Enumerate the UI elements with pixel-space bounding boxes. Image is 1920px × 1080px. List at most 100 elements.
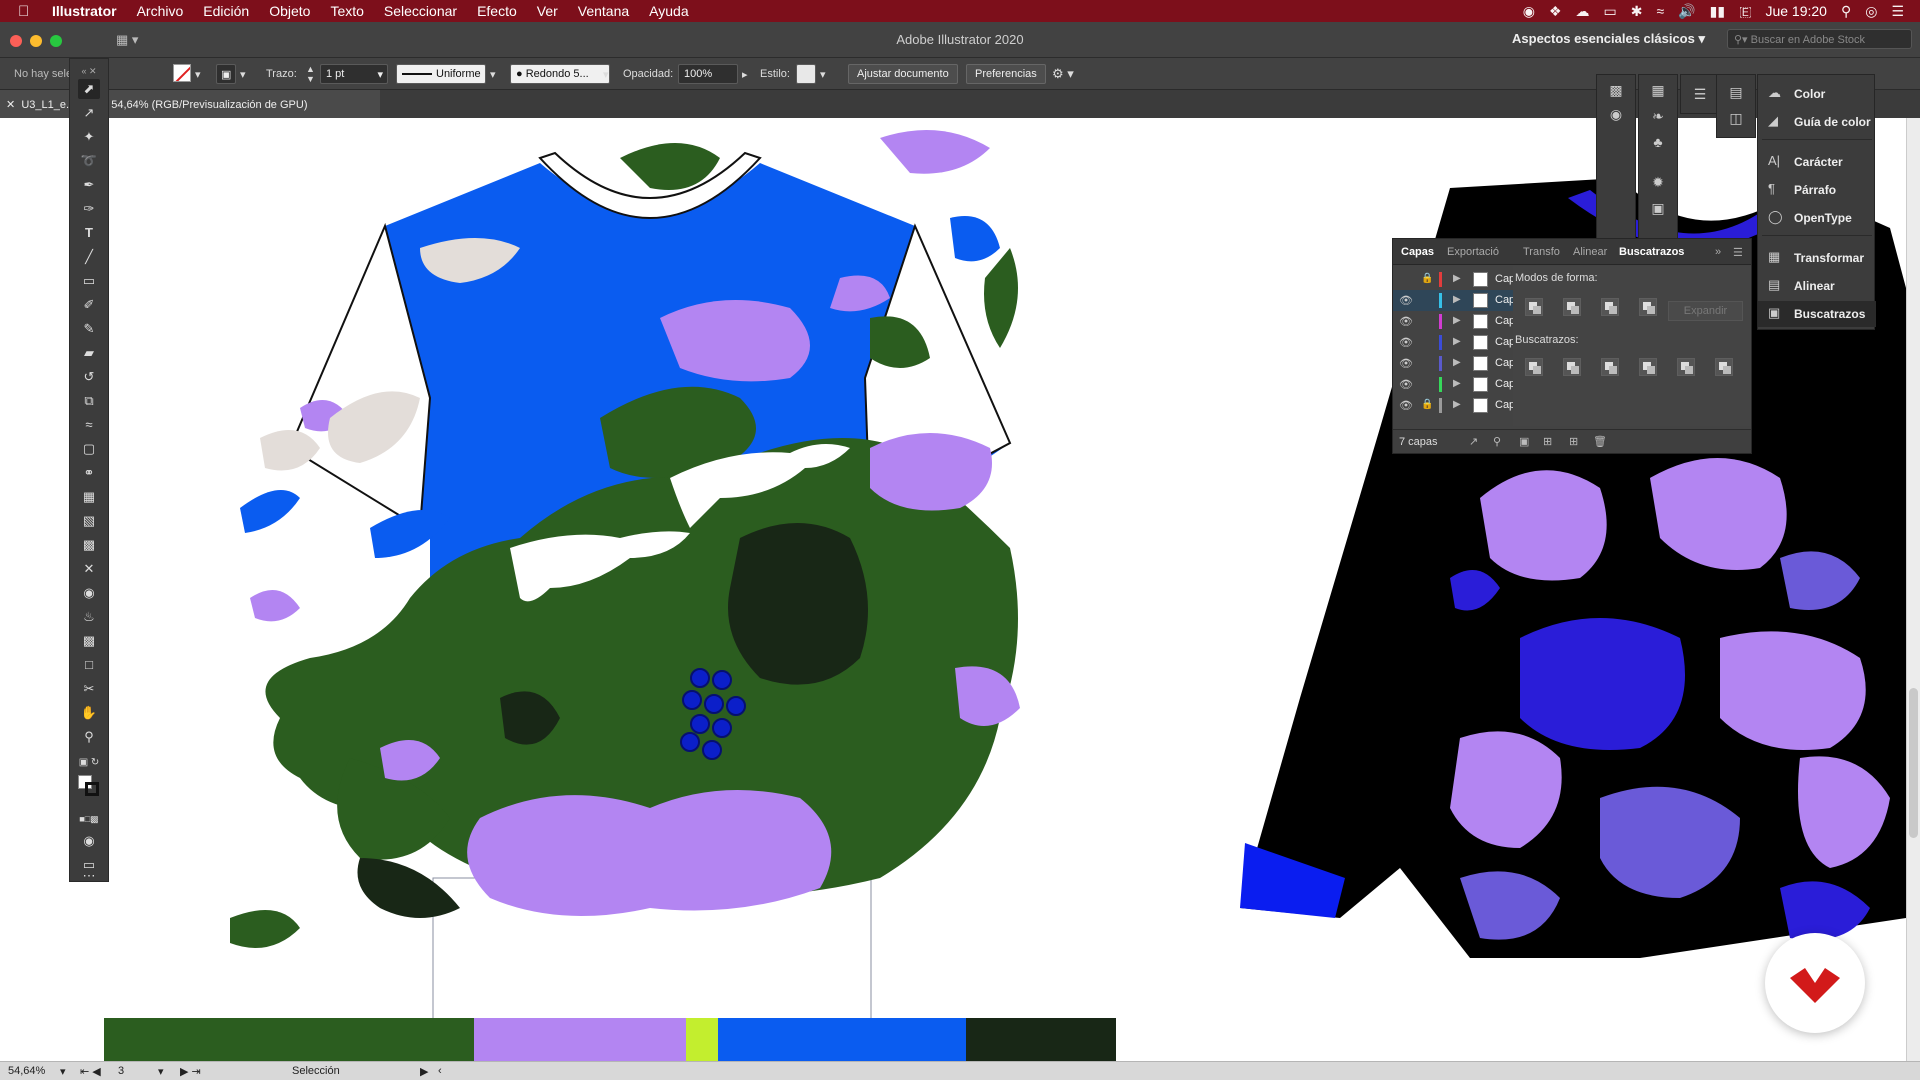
trash-icon[interactable]: 🗑	[1593, 435, 1607, 448]
notification-center-icon[interactable]: ☰	[1891, 3, 1904, 20]
apple-menu-icon[interactable]: 	[18, 3, 38, 20]
color-panel-button[interactable]: ☁ Color	[1758, 81, 1876, 107]
exclude-button[interactable]	[1639, 298, 1657, 316]
scrollbar-thumb[interactable]	[1909, 688, 1918, 838]
zoom-level[interactable]: 54,64%	[8, 1065, 45, 1077]
gradient-panel-icon[interactable]: ▩	[1605, 79, 1627, 101]
arrange-icon[interactable]: ⚙ ▾	[1052, 66, 1074, 82]
paragraph-panel-button[interactable]: ¶ Párrafo	[1758, 177, 1876, 203]
dropbox-icon[interactable]: ❖	[1549, 3, 1562, 20]
chevron-right-icon[interactable]: ▸	[742, 68, 748, 81]
artboards-panel-icon[interactable]: ◫	[1725, 107, 1747, 129]
expand-button[interactable]: Expandir	[1668, 301, 1743, 321]
tab-exportacion[interactable]: Exportació	[1447, 246, 1499, 258]
artboard-number[interactable]: 3	[118, 1065, 124, 1077]
lock-icon[interactable]: 🔒	[1421, 273, 1433, 284]
chevron-down-icon[interactable]: ▾	[60, 1065, 66, 1078]
asset-export-panel-icon[interactable]: ▣	[1647, 197, 1669, 219]
menu-app-name[interactable]: Illustrator	[52, 3, 117, 19]
language-icon[interactable]: 🇪	[1739, 3, 1751, 20]
brush-definition[interactable]: ● Redondo 5...	[510, 64, 610, 84]
transform-panel-button[interactable]: ▦ Transformar	[1758, 245, 1876, 271]
visibility-eye-icon[interactable]: 👁	[1399, 378, 1413, 391]
column-graph-tool-icon[interactable]: ▩	[78, 631, 100, 651]
slice-tool-icon[interactable]: ✂	[78, 679, 100, 699]
preferences-button[interactable]: Preferencias	[966, 64, 1046, 84]
document-tab[interactable]: ✕ U3_L1_e...s.ai* al 54,64% (RGB/Previsu…	[0, 90, 380, 118]
locate-object-icon[interactable]: ⚲	[1493, 435, 1501, 448]
chevron-right-icon[interactable]: ▶	[420, 1065, 428, 1078]
collapse-tools-icon[interactable]: « ✕	[78, 61, 100, 81]
merge-button[interactable]	[1601, 358, 1619, 376]
curvature-tool-icon[interactable]: ✑	[78, 199, 100, 219]
blend-tool-icon[interactable]: ◉	[78, 583, 100, 603]
color-mode-icon[interactable]: ■□▩	[78, 809, 100, 829]
artboard-tool-icon[interactable]: □	[78, 655, 100, 675]
align-panel-button[interactable]: ▤ Alinear	[1758, 273, 1876, 299]
chevron-down-icon[interactable]: ▾	[240, 68, 246, 81]
selection-tool-icon[interactable]: ⬈	[78, 79, 100, 99]
next-artboard-icon[interactable]: ▶ ⇥	[180, 1065, 201, 1078]
zoom-tool-icon[interactable]: ⚲	[78, 727, 100, 747]
creative-cloud-icon[interactable]: ☁	[1576, 3, 1590, 20]
chevron-left-icon[interactable]: ‹	[438, 1065, 442, 1077]
stroke-panel-icon[interactable]: ☰	[1689, 83, 1711, 105]
layer-row[interactable]: 🔒 ▶ Cap	[1393, 269, 1515, 290]
chevron-down-icon[interactable]: ▾	[490, 68, 496, 81]
pencil-tool-icon[interactable]: ✎	[78, 319, 100, 339]
chevron-right-icon[interactable]: ▶	[1453, 378, 1461, 389]
chevron-right-icon[interactable]: ▶	[1453, 294, 1461, 305]
adobe-stock-search[interactable]: ⚲▾ Buscar en Adobe Stock	[1727, 29, 1912, 49]
menu-objeto[interactable]: Objeto	[269, 3, 310, 19]
default-colors-icon[interactable]: ▣ ↻	[78, 753, 100, 773]
chevron-right-icon[interactable]: ▶	[1453, 357, 1461, 368]
chevron-right-icon[interactable]: ▶	[1453, 399, 1461, 410]
layers-panel-icon[interactable]: ▤	[1725, 81, 1747, 103]
unite-button[interactable]	[1525, 298, 1543, 316]
tab-buscatrazos[interactable]: Buscatrazos	[1619, 246, 1684, 258]
stroke-swatch[interactable]: ▣	[216, 64, 236, 84]
gradient-tool-icon[interactable]: ▩	[78, 535, 100, 555]
magic-wand-tool-icon[interactable]: ✦	[78, 127, 100, 147]
layer-row[interactable]: 👁 ▶ Cap	[1393, 332, 1515, 353]
chevron-right-icon[interactable]: ▶	[1453, 336, 1461, 347]
stroke-weight-field[interactable]: 1 pt ▾	[320, 64, 388, 84]
menu-ayuda[interactable]: Ayuda	[649, 3, 688, 19]
eraser-tool-icon[interactable]: ▰	[78, 343, 100, 363]
free-transform-tool-icon[interactable]: ▢	[78, 439, 100, 459]
tab-transformar[interactable]: Transfo	[1523, 246, 1560, 258]
rectangle-tool-icon[interactable]: ▭	[78, 271, 100, 291]
menu-edicion[interactable]: Edición	[203, 3, 249, 19]
trim-button[interactable]	[1563, 358, 1581, 376]
lasso-tool-icon[interactable]: ➰	[78, 151, 100, 171]
scale-tool-icon[interactable]: ⧉	[78, 391, 100, 411]
volume-icon[interactable]: 🔊	[1678, 3, 1695, 20]
menu-efecto[interactable]: Efecto	[477, 3, 517, 19]
chevron-right-icon[interactable]: ▶	[1453, 315, 1461, 326]
color-guide-panel-button[interactable]: ◢ Guía de color	[1758, 109, 1876, 135]
chevron-down-icon[interactable]: ▾	[195, 68, 201, 81]
clipping-mask-icon[interactable]: ▣	[1519, 435, 1529, 448]
menu-seleccionar[interactable]: Seleccionar	[384, 3, 457, 19]
pathfinder-panel-button[interactable]: ▣ Buscatrazos	[1758, 301, 1876, 327]
workspace-switcher[interactable]: Aspectos esenciales clásicos ▾	[1512, 31, 1705, 47]
new-sublayer-icon[interactable]: ⊞	[1543, 435, 1552, 448]
chevron-down-icon[interactable]: ▾	[820, 68, 826, 81]
visibility-eye-icon[interactable]: 👁	[1399, 357, 1413, 370]
lock-icon[interactable]: 🔒	[1421, 399, 1433, 410]
record-icon[interactable]: ◉	[1523, 3, 1535, 20]
close-tab-icon[interactable]: ✕	[6, 99, 21, 111]
type-tool-icon[interactable]: T	[78, 223, 100, 243]
edit-toolbar-icon[interactable]: ⋯	[78, 869, 100, 883]
eyedropper-tool-icon[interactable]: ✕	[78, 559, 100, 579]
opentype-panel-button[interactable]: ◯ OpenType	[1758, 205, 1876, 231]
paintbrush-tool-icon[interactable]: ✐	[78, 295, 100, 315]
visibility-eye-icon[interactable]: 👁	[1399, 336, 1413, 349]
new-layer-icon[interactable]: ⊞	[1569, 435, 1578, 448]
first-artboard-icon[interactable]: ⇤ ◀	[80, 1065, 101, 1078]
tab-capas[interactable]: Capas	[1401, 246, 1434, 258]
opacity-field[interactable]: 100%	[678, 64, 738, 84]
outline-button[interactable]	[1677, 358, 1695, 376]
chevron-right-icon[interactable]: ▶	[1453, 273, 1461, 284]
menu-texto[interactable]: Texto	[330, 3, 363, 19]
